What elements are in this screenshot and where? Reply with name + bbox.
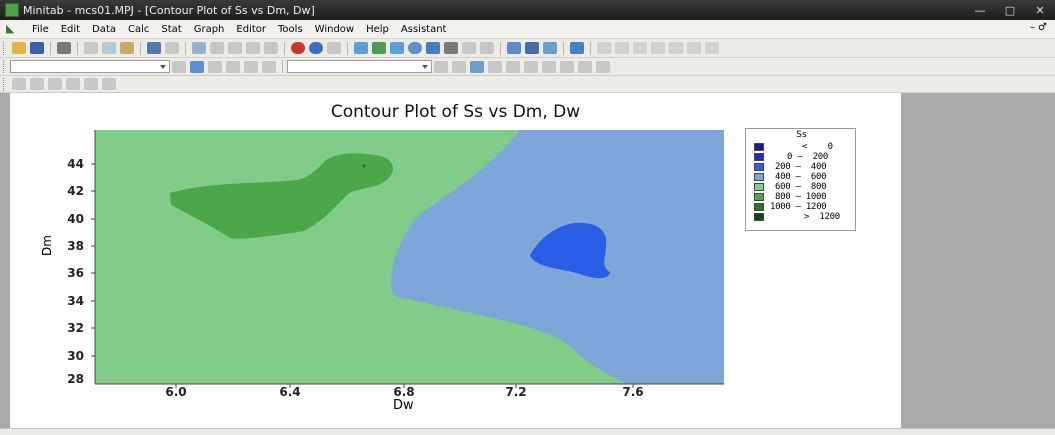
legend-swatch [754,142,764,151]
x-tick-label: 7.2 [505,385,527,399]
legend-entry: 0 – 200 [754,151,828,162]
legend-entry: 400 – 600 [754,171,827,182]
legend-entry: < 0 [754,141,833,152]
x-tick-label: 6.0 [165,385,187,399]
contour-plot[interactable] [0,0,1055,435]
y-tick-label: 32 [67,321,84,335]
y-tick-label: 44 [67,157,84,171]
legend-title: Ss [796,130,807,140]
y-tick-label: 42 [67,184,84,198]
legend-label: 0 – 200 [787,151,828,162]
legend-swatch [754,202,764,211]
legend-swatch [754,172,764,181]
legend-swatch [754,192,764,201]
x-axis-label: Dw [393,398,414,413]
y-tick-label: 30 [67,349,84,363]
x-tick-label: 6.8 [393,385,415,399]
contour-peak-1000-1200 [362,164,366,168]
status-bar [0,428,1055,435]
legend-label: 600 – 800 [775,181,827,192]
x-tick-label: 6.4 [279,385,301,399]
contour-legend[interactable]: Ss < 0 0 – 200 200 – 400 400 – 600 600 –… [745,128,856,231]
legend-label: 1000 – 1200 [770,201,827,212]
y-tick-label: 28 [67,372,84,386]
legend-entry: 600 – 800 [754,181,827,192]
y-tick-label: 34 [67,294,84,308]
legend-swatch [754,162,764,171]
legend-label: > 1200 [804,211,840,222]
y-tick-label: 36 [67,266,84,280]
legend-entry: > 1200 [754,211,840,222]
legend-swatch [754,152,764,161]
legend-swatch [754,212,764,221]
y-tick-label: 40 [67,212,84,226]
legend-entry: 1000 – 1200 [754,201,827,212]
legend-label: < 0 [802,141,833,152]
x-tick-label: 7.6 [622,385,644,399]
legend-label: 200 – 400 [775,161,827,172]
y-axis-label: Dm [40,235,54,256]
y-tick-label: 38 [67,239,84,253]
legend-label: 400 – 600 [775,171,827,182]
legend-entry: 800 – 1000 [754,191,827,202]
legend-swatch [754,182,764,191]
legend-entry: 200 – 400 [754,161,827,172]
legend-label: 800 – 1000 [775,191,827,202]
